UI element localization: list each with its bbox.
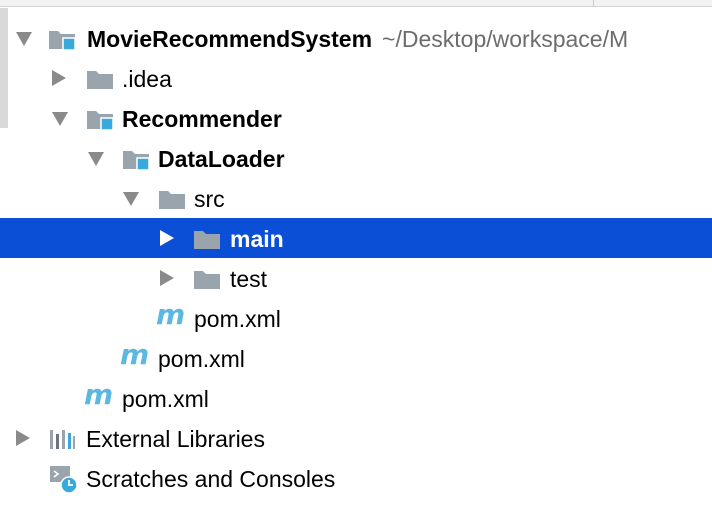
tree-row-external-libraries[interactable]: External Libraries: [0, 418, 712, 458]
project-path: ~/Desktop/workspace/M: [382, 26, 629, 52]
tree-row-main[interactable]: main: [0, 218, 712, 258]
tree-row-idea[interactable]: .idea: [0, 58, 712, 98]
folder-icon: [87, 71, 113, 89]
collapse-arrow-icon[interactable]: [160, 270, 174, 286]
scratches-icon: [50, 466, 78, 494]
module-folder-icon: [123, 151, 150, 170]
tree-label-pom: pom.xml: [158, 346, 245, 372]
libraries-icon: [50, 430, 75, 449]
folder-icon: [159, 191, 185, 209]
expand-arrow-icon[interactable]: [16, 32, 32, 46]
tree-label-test: test: [230, 266, 268, 292]
expand-arrow-icon[interactable]: [88, 152, 104, 166]
tree-label-scratches: Scratches and Consoles: [86, 466, 336, 492]
maven-icon: m: [84, 378, 114, 411]
tree-row-root-pom[interactable]: m pom.xml: [0, 378, 712, 418]
expand-arrow-icon[interactable]: [123, 192, 139, 206]
module-folder-icon: [49, 31, 76, 50]
expand-arrow-icon[interactable]: [52, 112, 68, 126]
tree-row-recommender[interactable]: Recommender: [0, 98, 712, 138]
tree-label-main: main: [230, 226, 284, 252]
project-tree: MovieRecommendSystem ~/Desktop/workspace/…: [0, 18, 712, 498]
collapse-arrow-icon[interactable]: [160, 230, 174, 246]
tree-row-scratches[interactable]: Scratches and Consoles: [0, 458, 712, 498]
tree-label-src: src: [194, 186, 225, 212]
tree-label-dataloader: DataLoader: [158, 146, 285, 172]
tree-row-test[interactable]: test: [0, 258, 712, 298]
tree-label-idea: .idea: [122, 66, 172, 92]
folder-icon: [194, 271, 220, 289]
module-folder-icon: [87, 111, 114, 130]
tree-row-recommender-pom[interactable]: m pom.xml: [0, 338, 712, 378]
tree-label-external-libraries: External Libraries: [86, 426, 265, 452]
toolbar-separator: [593, 0, 594, 7]
tree-row-dataloader-pom[interactable]: m pom.xml: [0, 298, 712, 338]
maven-icon: m: [120, 338, 150, 371]
tree-row-dataloader[interactable]: DataLoader: [0, 138, 712, 178]
tree-label-recommender: Recommender: [122, 106, 282, 132]
top-toolbar-strip: [0, 0, 712, 7]
tree-row-src[interactable]: src: [0, 178, 712, 218]
tree-label-pom: pom.xml: [122, 386, 209, 412]
folder-icon: [194, 231, 220, 249]
tree-row-root[interactable]: MovieRecommendSystem ~/Desktop/workspace/…: [0, 18, 712, 58]
tree-label-root: MovieRecommendSystem ~/Desktop/workspace/…: [87, 26, 629, 52]
collapse-arrow-icon[interactable]: [16, 430, 30, 446]
maven-icon: m: [156, 298, 186, 331]
tree-label-pom: pom.xml: [194, 306, 281, 332]
collapse-arrow-icon[interactable]: [52, 70, 66, 86]
